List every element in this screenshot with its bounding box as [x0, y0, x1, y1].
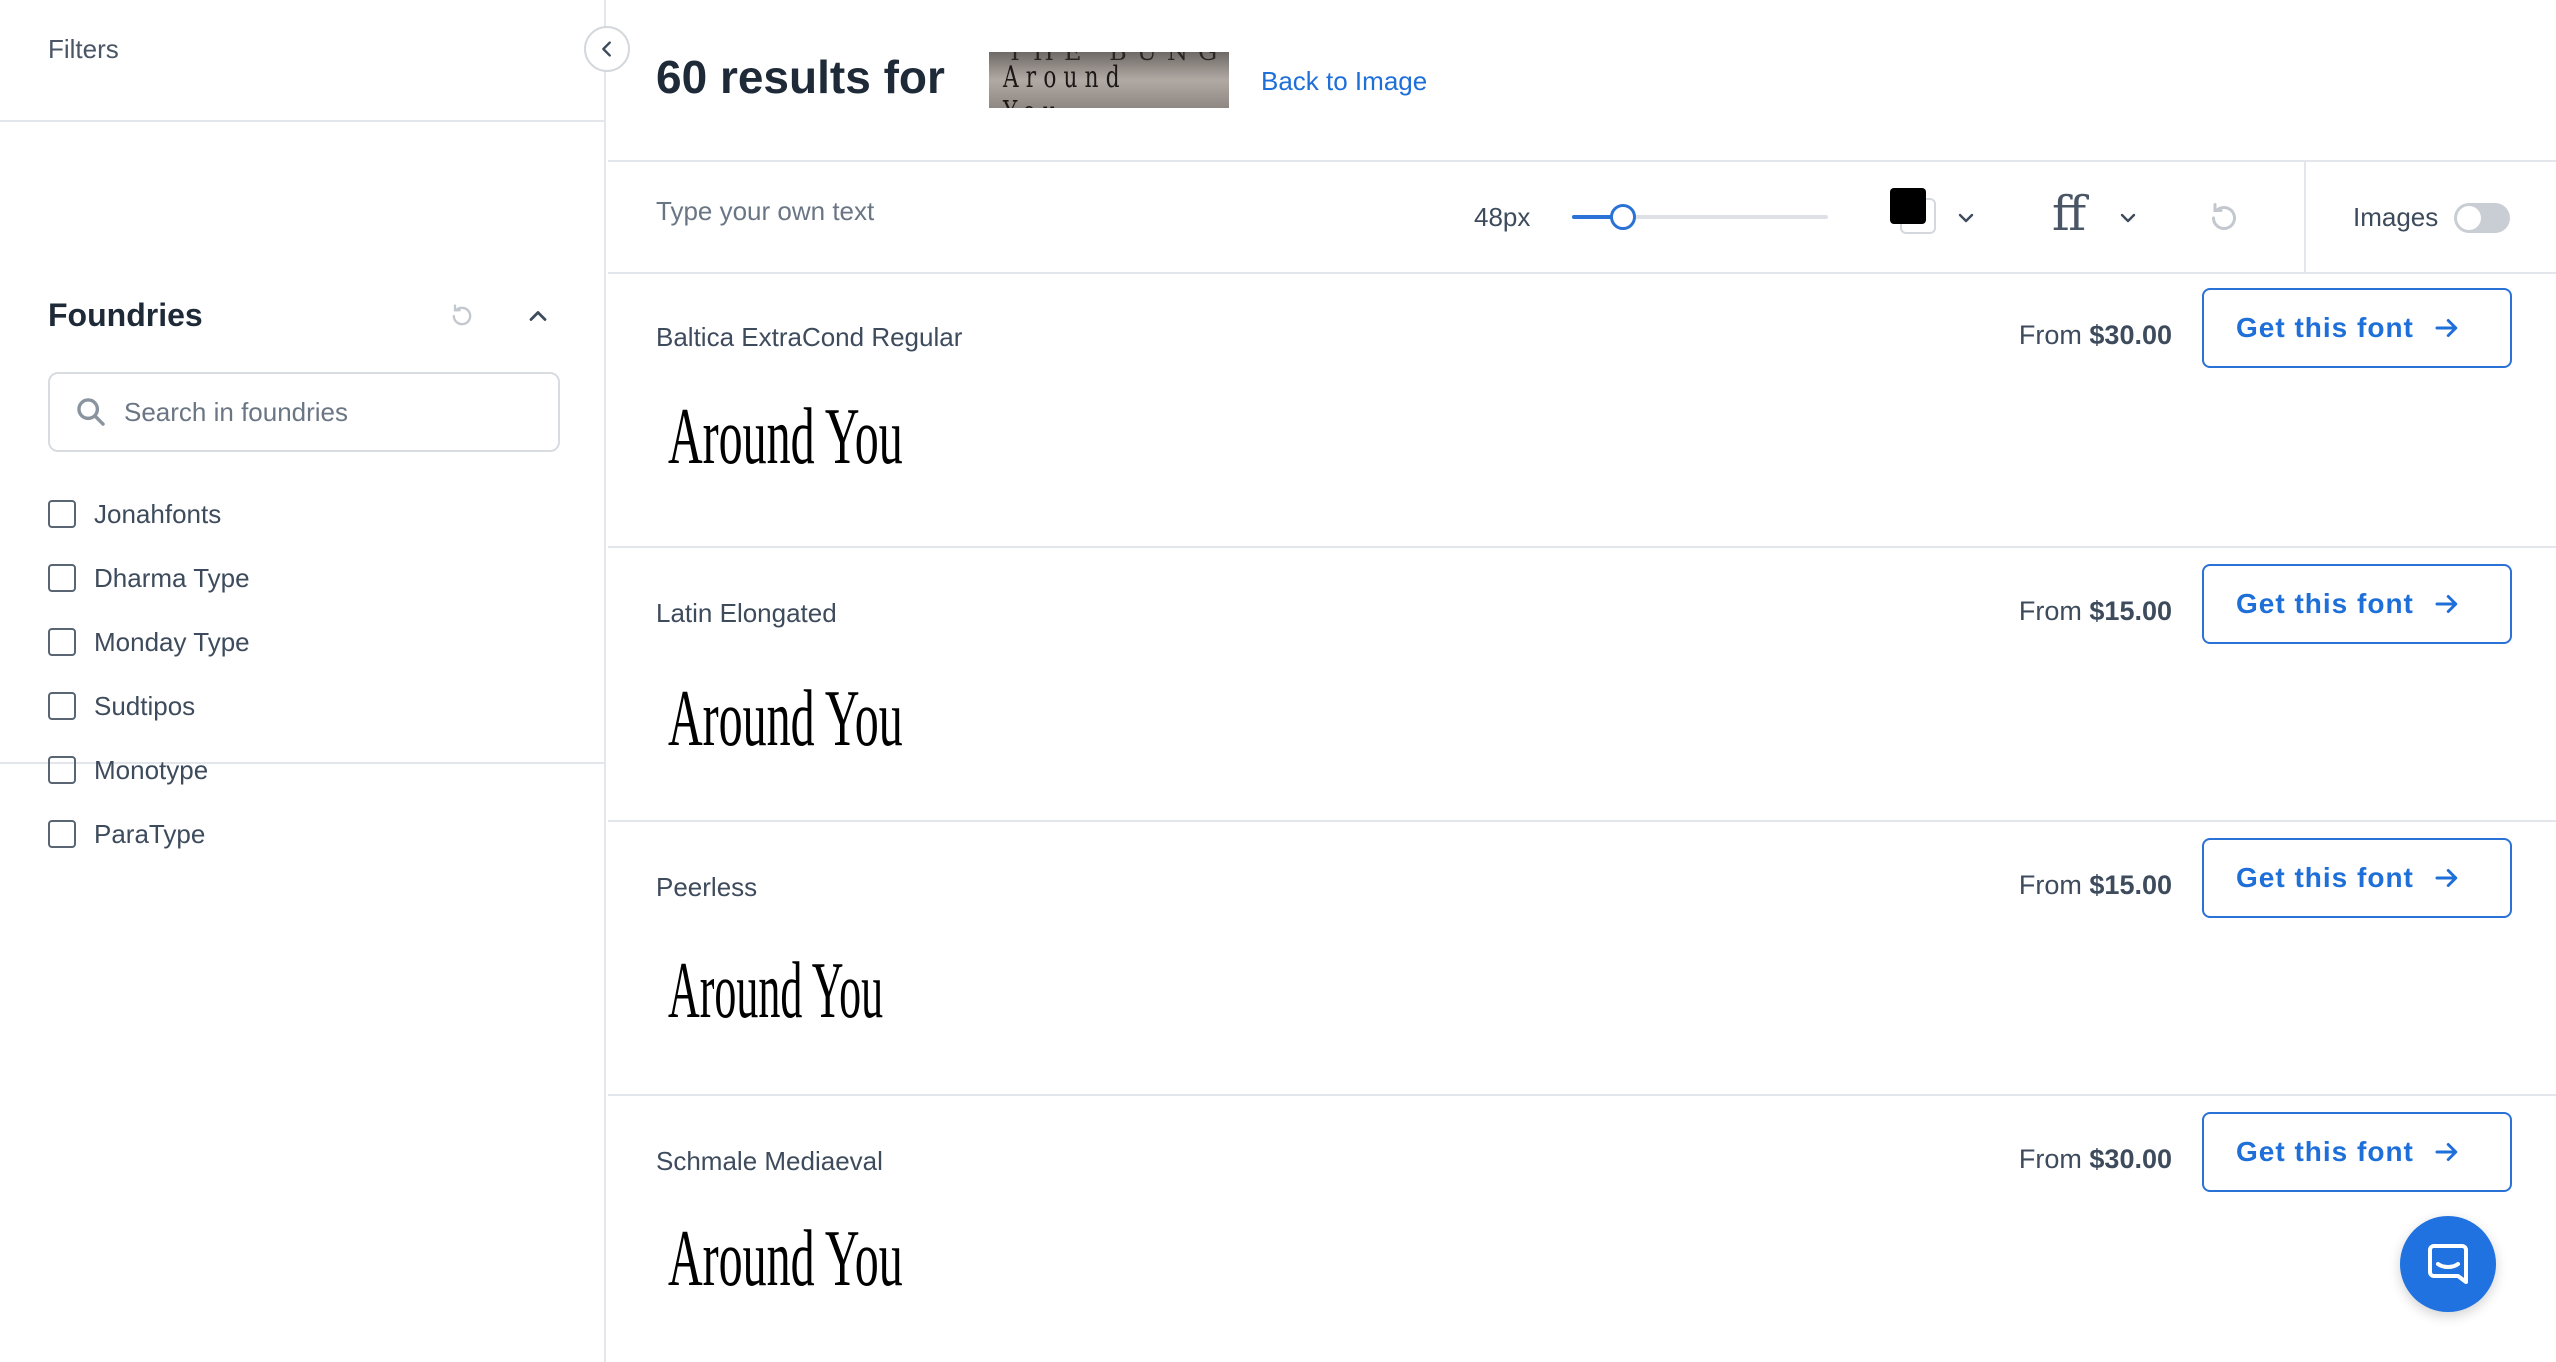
result-card: Peerless From $15.00 Get this font Aroun… [608, 822, 2556, 1096]
font-sample[interactable]: Around You [668, 946, 883, 1037]
foundry-option[interactable]: Sudtipos [48, 674, 250, 738]
get-font-button[interactable]: Get this font [2202, 564, 2512, 644]
font-name[interactable]: Schmale Mediaeval [656, 1146, 883, 1177]
checkbox[interactable] [48, 564, 76, 592]
foundry-label: Jonahfonts [94, 498, 222, 529]
collapse-foundries-icon[interactable] [524, 302, 552, 330]
results-main: 60 results for THE BUNG Around You Back … [608, 0, 2556, 1362]
font-features-icon[interactable]: ff [2052, 186, 2086, 242]
checkbox[interactable] [48, 500, 76, 528]
images-toggle[interactable] [2454, 203, 2510, 233]
text-color-swatch[interactable] [1890, 188, 1926, 224]
chat-icon [2428, 1244, 2468, 1284]
images-toggle-label: Images [2353, 202, 2439, 232]
foundry-option[interactable]: Monday Type [48, 610, 250, 674]
foundry-label: Sudtipos [94, 690, 196, 721]
foundry-label: Monday Type [94, 626, 250, 657]
search-icon [77, 398, 105, 426]
results-title: 60 results for [656, 51, 945, 103]
font-size-slider[interactable] [1572, 204, 1828, 230]
checkbox[interactable] [48, 820, 76, 848]
foundry-option[interactable]: ParaType [48, 802, 250, 866]
foundry-option[interactable]: Dharma Type [48, 546, 250, 610]
foundry-option[interactable]: Monotype [48, 738, 250, 802]
font-sample[interactable]: Around You [668, 1214, 903, 1305]
result-card: Latin Elongated From $15.00 Get this fon… [608, 548, 2556, 822]
chevron-down-icon[interactable] [1954, 206, 1978, 230]
font-sample[interactable]: Around You [668, 392, 903, 483]
checkbox[interactable] [48, 628, 76, 656]
result-card: Baltica ExtraCond Regular From $30.00 Ge… [608, 274, 2556, 548]
chevron-down-icon[interactable] [2116, 206, 2140, 230]
query-image-text: Around You [1003, 60, 1127, 108]
toggle-knob [2457, 206, 2481, 230]
foundry-search-field[interactable] [48, 372, 560, 452]
price-label: From $15.00 [2018, 596, 2172, 626]
results-header: 60 results for THE BUNG Around You Back … [608, 0, 2556, 162]
price-label: From $15.00 [2018, 870, 2172, 900]
result-card: Schmale Mediaeval From $30.00 Get this f… [608, 1096, 2556, 1356]
collapse-sidebar-button[interactable] [584, 26, 630, 72]
foundries-title: Foundries [48, 297, 203, 333]
foundry-label: ParaType [94, 818, 206, 849]
filters-sidebar: Filters Foundries Jonahfonts Dharma Type… [0, 0, 606, 1362]
arrow-right-icon [2435, 869, 2458, 887]
back-to-image-link[interactable]: Back to Image [1261, 66, 1427, 97]
color-picker[interactable] [1890, 188, 1940, 238]
get-font-button[interactable]: Get this font [2202, 1112, 2512, 1192]
results-list: Baltica ExtraCond Regular From $30.00 Ge… [608, 274, 2556, 1356]
foundries-section: Foundries Jonahfonts Dharma Type Monday … [0, 122, 604, 849]
foundry-label: Dharma Type [94, 562, 250, 593]
chevron-left-icon [602, 41, 611, 57]
preview-toolbar: 48px ff Images [608, 162, 2556, 274]
toolbar-divider [2304, 162, 2306, 274]
foundry-label: Monotype [94, 754, 209, 785]
checkbox[interactable] [48, 756, 76, 784]
reset-foundries-icon[interactable] [448, 302, 476, 330]
price-label: From $30.00 [2018, 1144, 2172, 1174]
price-label: From $30.00 [2018, 320, 2172, 350]
get-font-button[interactable]: Get this font [2202, 288, 2512, 368]
custom-text-input[interactable] [656, 196, 1336, 227]
foundry-list: Jonahfonts Dharma Type Monday Type Sudti… [48, 482, 250, 866]
arrow-right-icon [2435, 1143, 2458, 1161]
reset-icon[interactable] [2206, 200, 2242, 236]
foundry-option[interactable]: Jonahfonts [48, 482, 250, 546]
font-name[interactable]: Latin Elongated [656, 598, 837, 629]
foundry-search-input[interactable] [124, 396, 524, 428]
font-name[interactable]: Peerless [656, 872, 757, 903]
get-font-button[interactable]: Get this font [2202, 838, 2512, 918]
checkbox[interactable] [48, 692, 76, 720]
font-sample[interactable]: Around You [668, 674, 903, 765]
font-size-label: 48px [1474, 202, 1531, 232]
filters-header: Filters [0, 0, 604, 122]
arrow-right-icon [2435, 319, 2458, 337]
query-image-thumbnail[interactable]: THE BUNG Around You [989, 52, 1229, 108]
arrow-right-icon [2435, 595, 2458, 613]
chat-launcher-button[interactable] [2400, 1216, 2496, 1312]
filters-title: Filters [48, 33, 119, 64]
font-name[interactable]: Baltica ExtraCond Regular [656, 322, 962, 353]
slider-thumb[interactable] [1610, 204, 1637, 230]
